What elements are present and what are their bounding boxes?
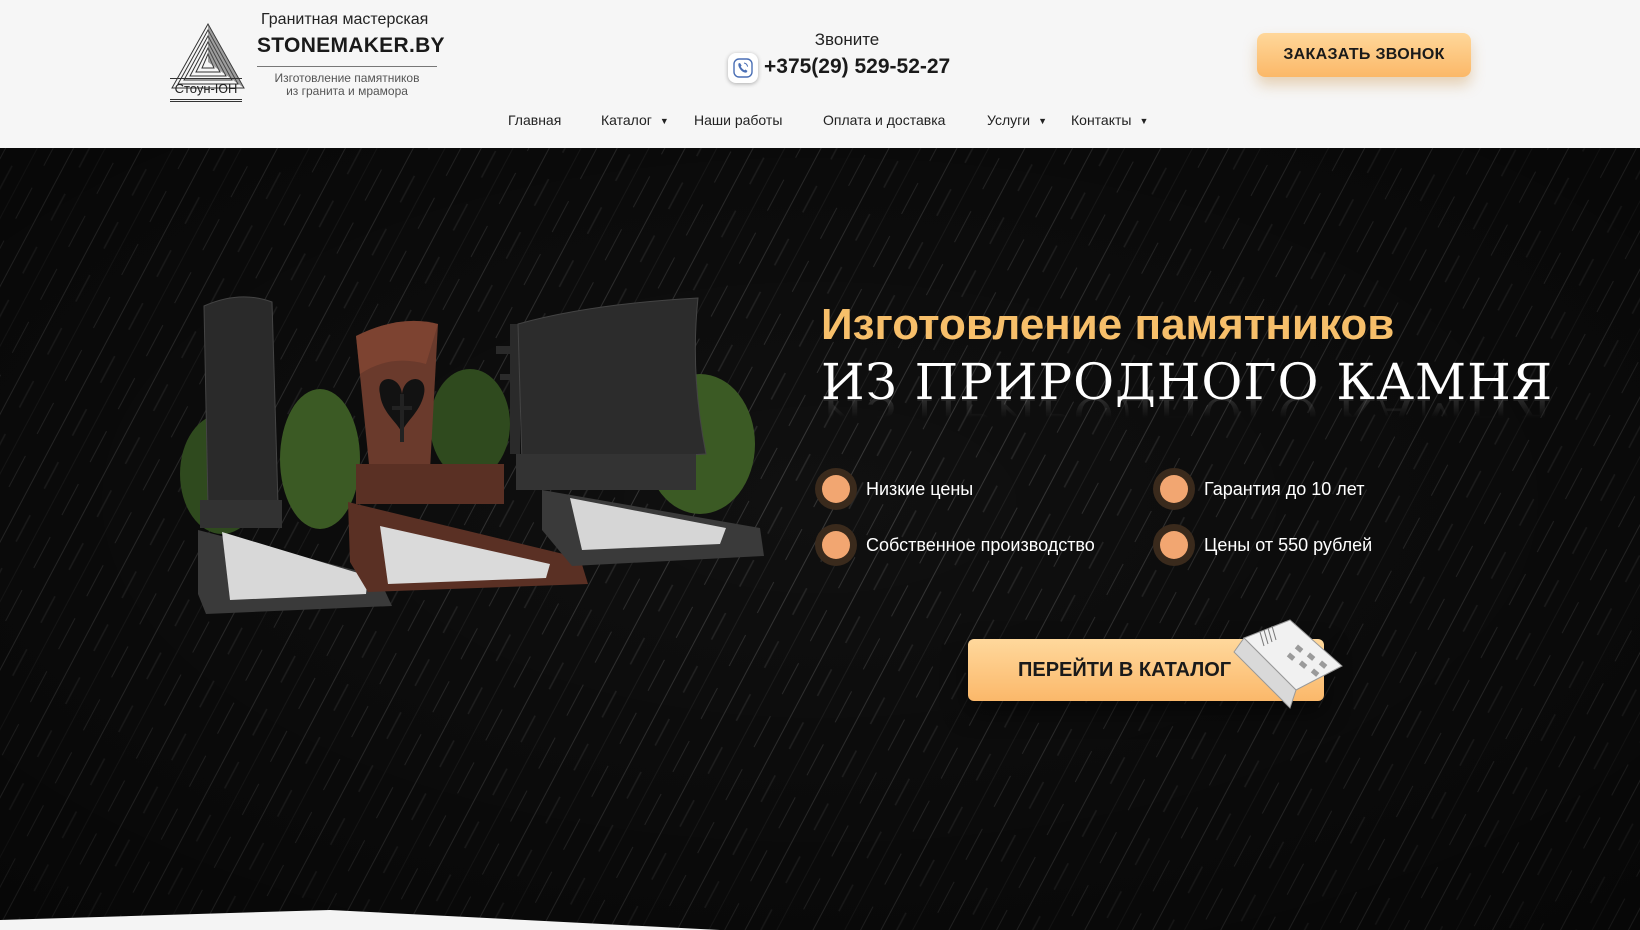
phone-viber-icon[interactable] (728, 53, 758, 83)
brand-title[interactable]: STONEMAKER.BY (257, 34, 445, 58)
feature-text: Собственное производство (866, 534, 1095, 555)
catalog-brochure-icon[interactable] (1230, 618, 1348, 710)
monuments-image (180, 296, 764, 614)
nav-item-label: Каталог (601, 112, 652, 128)
nav-item-our-works[interactable]: Наши работы (694, 112, 782, 128)
nav-item-catalog[interactable]: Каталог ▼ (601, 112, 669, 128)
hero-bottom-edge (0, 910, 720, 930)
call-label: Звоните (814, 30, 880, 49)
hero-section: Изготовление памятников ИЗ ПРИРОДНОГО КА… (0, 148, 1640, 930)
feature-text: Низкие цены (866, 478, 974, 499)
nav-item-label: Услуги (987, 112, 1031, 128)
feature-warranty: Гарантия до 10 лет (1153, 468, 1365, 510)
phone-number[interactable]: +375(29) 529-52-27 (764, 55, 950, 79)
orange-dot-icon (1153, 524, 1195, 566)
order-callback-button[interactable]: ЗАКАЗАТЬ ЗВОНОК (1257, 33, 1471, 77)
feature-low-prices: Низкие цены (815, 468, 974, 510)
site-header: Стоун-ЮН Гранитная мастерская STONEMAKER… (0, 0, 1640, 148)
brand-subtitle: Гранитная мастерская (261, 11, 429, 28)
nav-item-label: Контакты (1071, 112, 1132, 128)
feature-text: Гарантия до 10 лет (1204, 478, 1365, 499)
feature-prices-from: Цены от 550 рублей (1153, 524, 1373, 566)
brand-description-line2: из гранита и мрамора (286, 84, 408, 98)
nav-item-label: Главная (508, 112, 562, 128)
nav-item-label: Оплата и доставка (823, 112, 946, 128)
nav-item-services[interactable]: Услуги ▼ (987, 112, 1047, 128)
main-nav: Главная Каталог ▼ Наши работы Оплата и до… (0, 112, 1640, 134)
caret-down-icon: ▼ (1038, 116, 1047, 126)
nav-item-contacts[interactable]: Контакты ▼ (1071, 112, 1148, 128)
caret-down-icon: ▼ (1139, 116, 1149, 126)
orange-dot-icon (1153, 468, 1195, 510)
feature-text: Цены от 550 рублей (1204, 534, 1373, 555)
nav-item-label: Наши работы (694, 112, 783, 128)
caret-down-icon: ▼ (659, 116, 669, 126)
feature-own-production: Собственное производство (815, 524, 1095, 566)
nav-item-home[interactable]: Главная (508, 112, 561, 128)
logo-caption: Стоун-ЮН (170, 78, 242, 102)
orange-dot-icon (815, 524, 857, 566)
orange-dot-icon (815, 468, 857, 510)
brand-divider (257, 66, 437, 67)
brand-description: Изготовление памятников из гранита и мра… (257, 72, 437, 98)
hero-headline-reflection: ИЗ ПРИРОДНОГО КАМНЯ (821, 386, 1554, 444)
nav-item-payment-delivery[interactable]: Оплата и доставка (823, 112, 945, 128)
hero-headline-line1: Изготовление памятников (821, 300, 1395, 349)
